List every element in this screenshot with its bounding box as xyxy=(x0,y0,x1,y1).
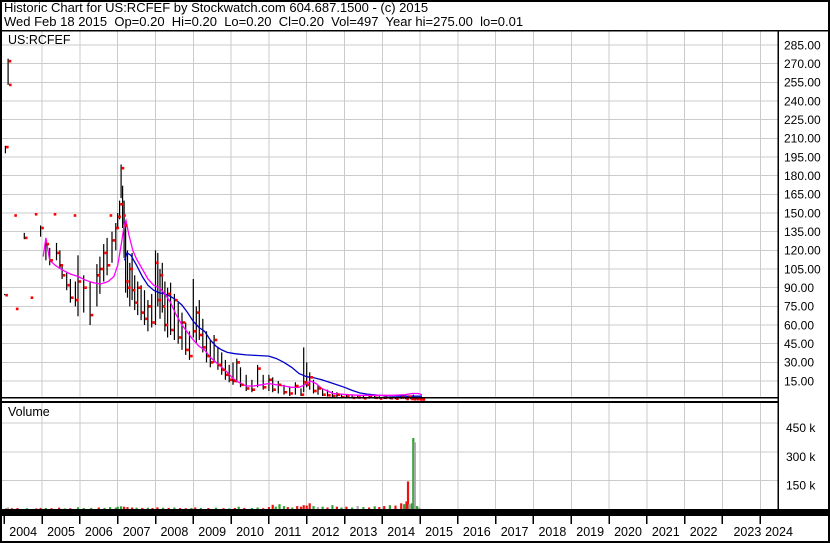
gridlines xyxy=(2,31,778,509)
svg-text:2006: 2006 xyxy=(85,525,113,539)
svg-text:90.00: 90.00 xyxy=(784,281,814,295)
svg-text:120.00: 120.00 xyxy=(784,244,821,258)
svg-text:285.00: 285.00 xyxy=(784,38,821,52)
svg-text:300 k: 300 k xyxy=(786,450,816,464)
year-axis-labels: 2004 2005 2006 2007 2008 2009 2010 2011 2012 2013… xyxy=(9,525,793,539)
svg-text:195.00: 195.00 xyxy=(784,150,821,164)
svg-text:2016: 2016 xyxy=(463,525,491,539)
chart-title: Historic Chart for US:RCFEF by Stockwatc… xyxy=(4,0,429,15)
svg-text:2007: 2007 xyxy=(123,525,151,539)
svg-text:2020: 2020 xyxy=(614,525,642,539)
svg-text:30.00: 30.00 xyxy=(784,356,814,370)
svg-text:210.00: 210.00 xyxy=(784,132,821,146)
svg-text:270.00: 270.00 xyxy=(784,57,821,71)
svg-text:2009: 2009 xyxy=(198,525,226,539)
volume-bars xyxy=(5,438,421,509)
svg-text:2008: 2008 xyxy=(160,525,188,539)
svg-text:240.00: 240.00 xyxy=(784,94,821,108)
price-volume-chart: 285.00 270.00 255.00 240.00 225.00 210.00 195.… xyxy=(0,0,830,543)
svg-text:2017: 2017 xyxy=(501,525,529,539)
price-panel-symbol-label: US:RCFEF xyxy=(8,33,71,47)
svg-text:75.00: 75.00 xyxy=(784,300,814,314)
svg-text:60.00: 60.00 xyxy=(784,318,814,332)
svg-text:2018: 2018 xyxy=(538,525,566,539)
svg-text:2011: 2011 xyxy=(274,525,301,539)
volume-axis-labels: 450 k 300 k 150 k xyxy=(786,421,816,492)
svg-text:180.00: 180.00 xyxy=(784,169,821,183)
svg-text:2023: 2023 xyxy=(733,525,761,539)
svg-text:165.00: 165.00 xyxy=(784,188,821,202)
quote-summary-line: Wed Feb 18 2015 Op=0.20 Hi=0.20 Lo=0.20 … xyxy=(4,14,524,29)
price-axis-labels: 285.00 270.00 255.00 240.00 225.00 210.00 195.… xyxy=(784,38,821,388)
svg-text:255.00: 255.00 xyxy=(784,76,821,90)
svg-text:2013: 2013 xyxy=(349,525,377,539)
svg-text:225.00: 225.00 xyxy=(784,113,821,127)
svg-text:135.00: 135.00 xyxy=(784,225,821,239)
svg-text:2004: 2004 xyxy=(9,525,37,539)
svg-text:15.00: 15.00 xyxy=(784,374,814,388)
ohlc-bars xyxy=(4,58,423,400)
close-marks xyxy=(5,59,426,401)
volume-panel-label: Volume xyxy=(8,405,50,419)
svg-text:450 k: 450 k xyxy=(786,421,816,435)
svg-text:2005: 2005 xyxy=(47,525,75,539)
svg-text:2024: 2024 xyxy=(765,525,793,539)
svg-text:105.00: 105.00 xyxy=(784,262,821,276)
stockwatch-chart-window: 285.00 270.00 255.00 240.00 225.00 210.00 195.… xyxy=(0,0,830,543)
svg-text:45.00: 45.00 xyxy=(784,337,814,351)
svg-text:2019: 2019 xyxy=(576,525,604,539)
svg-text:2014: 2014 xyxy=(387,525,415,539)
svg-text:2012: 2012 xyxy=(312,525,340,539)
svg-text:2021: 2021 xyxy=(652,525,680,539)
svg-text:150 k: 150 k xyxy=(786,478,816,492)
svg-text:2010: 2010 xyxy=(236,525,264,539)
svg-text:2022: 2022 xyxy=(690,525,718,539)
svg-text:150.00: 150.00 xyxy=(784,206,821,220)
svg-text:2015: 2015 xyxy=(425,525,453,539)
